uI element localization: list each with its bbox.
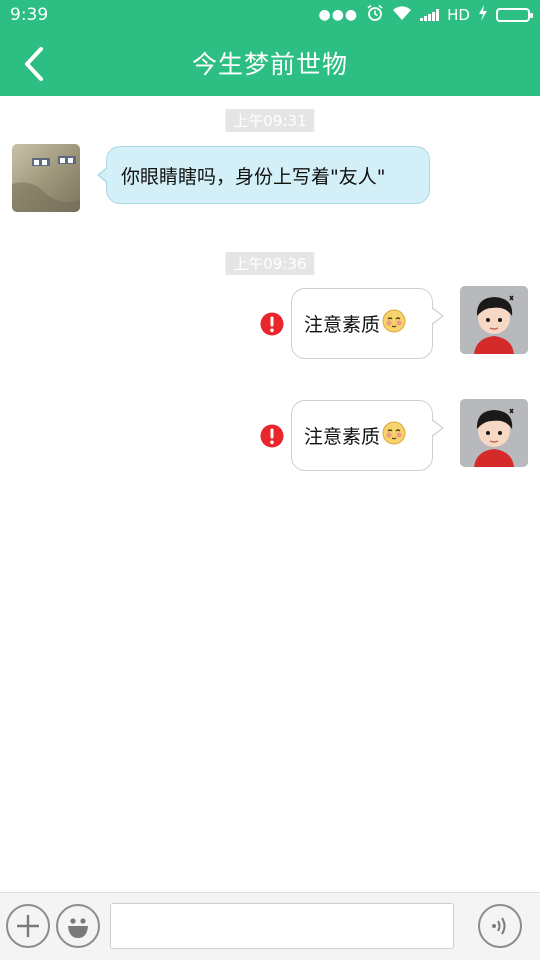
chevron-left-icon xyxy=(25,47,43,81)
status-bar: 9:39 ●●● HD xyxy=(0,0,540,30)
my-avatar[interactable] xyxy=(460,286,528,354)
blush-face-emoji xyxy=(382,421,406,450)
message-bubble-sent[interactable]: 注意素质 xyxy=(291,400,444,471)
alarm-icon xyxy=(366,4,384,26)
message-text: 注意素质 xyxy=(304,314,381,336)
message-bubble-sent[interactable]: 注意素质 xyxy=(291,288,444,359)
message-text: 你眼睛瞎吗，身份上写着"友人" xyxy=(121,165,386,188)
network-type: HD xyxy=(447,6,470,24)
voice-button[interactable] xyxy=(478,904,522,948)
message-input[interactable] xyxy=(110,903,454,949)
status-icons: ●●● HD xyxy=(318,4,533,26)
more-dots-icon: ●●● xyxy=(318,7,359,23)
message-timestamp: 上午09:36 xyxy=(225,252,315,275)
send-failed-icon[interactable] xyxy=(260,312,284,336)
message-timestamp: 上午09:31 xyxy=(225,109,315,132)
send-failed-icon[interactable] xyxy=(260,424,284,448)
plus-icon xyxy=(17,915,39,937)
signal-icon xyxy=(420,9,440,21)
voice-icon xyxy=(492,917,506,935)
contact-avatar[interactable] xyxy=(12,144,80,212)
wifi-icon xyxy=(392,5,412,25)
attach-button[interactable] xyxy=(6,904,50,948)
status-time: 9:39 xyxy=(10,5,49,25)
chat-title: 今生梦前世物 xyxy=(191,50,348,79)
smiley-icon xyxy=(68,918,88,938)
back-button[interactable] xyxy=(14,44,54,84)
my-avatar[interactable] xyxy=(460,399,528,467)
message-text: 注意素质 xyxy=(304,426,381,448)
battery-icon xyxy=(496,8,533,22)
blush-face-emoji xyxy=(382,309,406,338)
input-bar xyxy=(0,892,540,960)
charging-icon xyxy=(478,5,488,25)
message-bubble-received[interactable]: 你眼睛瞎吗，身份上写着"友人" xyxy=(97,146,430,204)
message-list[interactable]: 上午09:31 你眼睛瞎吗，身份上写着"友人" 上午09:36 注意素质 注意素… xyxy=(0,96,540,892)
chat-header: 今生梦前世物 xyxy=(0,30,540,96)
emoji-button[interactable] xyxy=(56,904,100,948)
